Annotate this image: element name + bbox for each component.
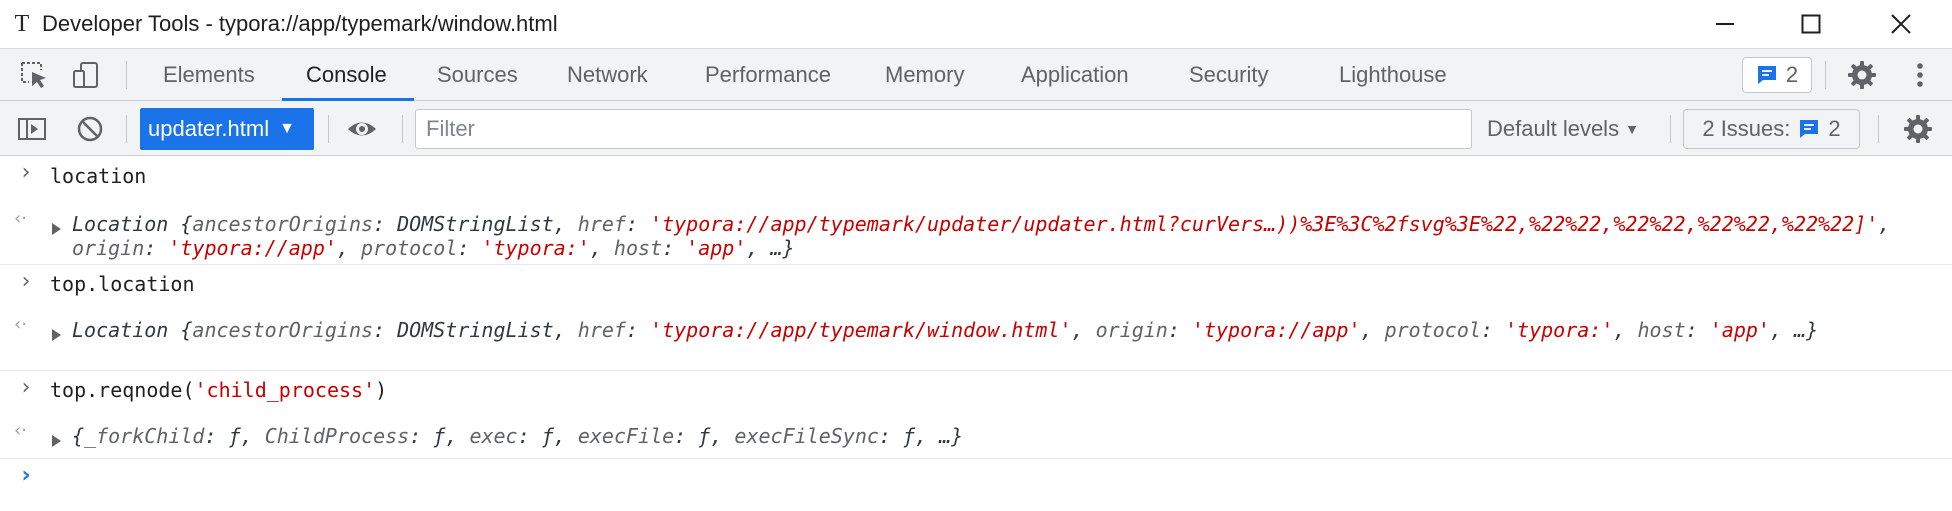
window-title-bar: T Developer Tools - typora://app/typemar… [0,0,1952,48]
result-arrow-icon: ‹· [14,314,27,335]
console-result-entry: ‹· {_forkChild: ƒ, ChildProcess: ƒ, exec… [0,418,1952,458]
toolbar-divider [126,115,127,143]
tab-memory[interactable]: Memory [885,49,964,101]
messages-count: 2 [1785,62,1799,87]
devtools-main-tabbar: Elements Console Sources Network Perform… [0,48,1952,101]
close-button[interactable] [1856,0,1946,48]
device-toolbar-button[interactable] [70,59,102,91]
sidebar-toggle-icon [18,118,46,140]
expand-object-triangle-icon[interactable] [52,329,61,341]
minimize-button[interactable] [1680,0,1770,48]
message-icon [1757,66,1776,84]
dropdown-arrow-icon: ▼ [279,120,295,137]
settings-button[interactable] [1846,59,1878,91]
issue-message-icon [1800,120,1819,138]
more-options-icon [1917,63,1923,87]
levels-dropdown-arrow-icon: ▼ [1625,121,1639,137]
console-result-entry: ‹· Location {ancestorOrigins: DOMStringL… [0,206,1952,262]
issues-button[interactable]: 2 Issues: 2 [1683,109,1860,149]
toolbar-divider-3 [402,115,403,143]
console-toolbar: updater.html ▼ Filter Default levels ▼ 2 … [0,101,1952,156]
command-text: top.reqnode('child_process') [50,378,388,402]
console-prompt-line[interactable]: › [0,458,1952,511]
javascript-context-select[interactable]: updater.html ▼ [140,108,314,150]
console-filter-input[interactable]: Filter [415,109,1472,149]
more-options-button[interactable] [1904,59,1936,91]
log-levels-label: Default levels [1487,116,1620,141]
context-select-value: updater.html [148,116,270,141]
console-settings-gear-icon [1904,115,1932,143]
issues-label: 2 Issues: [1702,116,1791,141]
command-text: top.location [50,272,195,296]
close-icon [1891,14,1911,34]
tabbar-divider-right [1825,61,1826,89]
tabbar-divider [126,61,127,89]
minimize-icon [1716,23,1734,25]
tab-elements[interactable]: Elements [163,49,255,101]
top-location-object-preview[interactable]: Location {ancestorOrigins: DOMStringList… [72,318,1892,342]
console-settings-button[interactable] [1902,113,1934,145]
result-arrow-icon: ‹· [14,208,27,229]
input-prompt-icon: › [21,375,31,400]
tab-sources[interactable]: Sources [437,49,518,101]
tab-security[interactable]: Security [1189,49,1268,101]
location-object-preview[interactable]: Location {ancestorOrigins: DOMStringList… [72,212,1892,260]
window-title: Developer Tools - typora://app/typemark/… [42,11,558,36]
settings-gear-icon [1848,61,1876,89]
toolbar-divider-2 [328,115,329,143]
maximize-icon [1801,14,1821,34]
active-prompt-icon: › [21,463,31,488]
expand-object-triangle-icon[interactable] [52,223,61,235]
command-text: location [50,164,147,188]
device-toolbar-icon [73,62,98,88]
input-prompt-icon: › [21,160,31,185]
log-levels-dropdown[interactable]: Default levels ▼ [1487,109,1639,149]
messages-badge-button[interactable]: 2 [1742,57,1812,93]
console-input-entry: › top.location [0,264,1952,312]
clear-console-icon [77,116,103,142]
toolbar-divider-4 [1670,115,1671,143]
tab-performance[interactable]: Performance [705,49,831,101]
console-input-entry: › location [0,156,1952,208]
child-process-object-preview[interactable]: {_forkChild: ƒ, ChildProcess: ƒ, exec: ƒ… [72,424,1892,448]
console-sidebar-toggle-button[interactable] [16,113,48,145]
create-live-expression-button[interactable] [346,113,378,145]
console-result-entry: ‹· Location {ancestorOrigins: DOMStringL… [0,312,1952,368]
tab-network[interactable]: Network [567,49,648,101]
typora-app-icon: T [14,11,30,37]
input-prompt-icon: › [21,269,31,294]
issues-count: 2 [1828,116,1841,141]
live-expression-eye-icon [348,122,376,136]
inspect-element-icon [21,62,46,88]
maximize-button[interactable] [1766,0,1856,48]
result-arrow-icon: ‹· [14,420,27,441]
console-input-entry: › top.reqnode('child_process') [0,370,1952,418]
tab-lighthouse[interactable]: Lighthouse [1339,49,1447,101]
console-messages: › location ‹· Location {ancestorOrigins:… [0,156,1952,511]
inspect-element-button[interactable] [18,59,50,91]
tab-console[interactable]: Console [306,49,387,101]
tab-application[interactable]: Application [1021,49,1129,101]
toolbar-divider-5 [1878,115,1879,143]
clear-console-button[interactable] [74,113,106,145]
expand-object-triangle-icon[interactable] [52,435,61,447]
